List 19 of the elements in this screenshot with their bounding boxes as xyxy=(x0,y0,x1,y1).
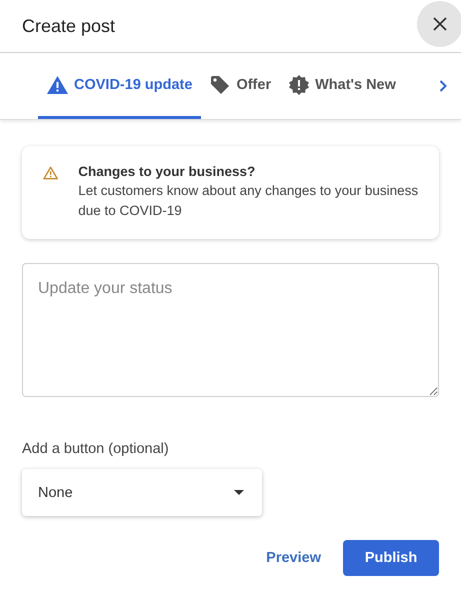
badge-icon xyxy=(289,74,310,94)
button-dropdown[interactable]: None xyxy=(22,469,262,516)
tab[interactable]: What's New xyxy=(280,53,405,119)
field-label: Add a button (optional) xyxy=(22,441,170,457)
close-button[interactable] xyxy=(417,1,461,47)
tab[interactable]: COVID-19 update xyxy=(38,53,202,119)
tab[interactable]: Offer xyxy=(201,53,280,119)
dialog-title: Create post xyxy=(22,16,116,36)
notice-text: Let customers know about any changes to your business due to COVID-19 xyxy=(78,182,419,220)
warning-icon xyxy=(47,76,68,94)
dropdown-arrow-icon xyxy=(234,490,244,495)
warning-icon xyxy=(43,164,58,182)
notice-title: Changes to your business? xyxy=(78,164,256,179)
preview-button[interactable]: Preview xyxy=(264,544,323,572)
tag-icon xyxy=(210,74,230,94)
publish-button[interactable]: Publish xyxy=(343,540,439,576)
close-icon xyxy=(432,16,448,32)
chevron-right-icon xyxy=(439,80,447,92)
status-field[interactable]: Update your status xyxy=(22,263,439,397)
